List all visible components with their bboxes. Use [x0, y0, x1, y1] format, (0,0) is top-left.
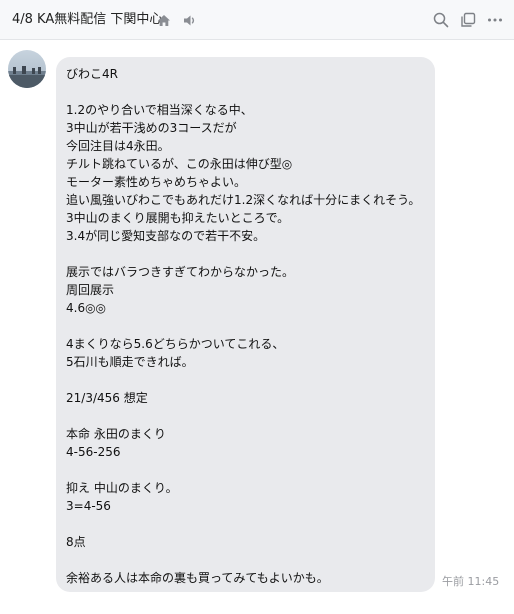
message-line: 4.6◎◎ — [66, 301, 107, 315]
message-line: 8点 — [66, 535, 86, 549]
message-line: 周回展示 — [66, 283, 115, 297]
message-line — [66, 551, 425, 569]
message-line: 今回注目は4永田。 — [66, 139, 170, 153]
more-icon[interactable] — [484, 9, 506, 31]
chat-title: 4/8 KA無料配信 下関中心 — [12, 12, 163, 27]
home-icon[interactable] — [153, 9, 175, 31]
message-line: 5石川も順走できれば。 — [66, 355, 194, 369]
message-line: 3中山のまくり展開も抑えたいところで。 — [66, 211, 290, 225]
message-line: 21/3/456 想定 — [66, 391, 148, 405]
message-line: 抑え 中山のまくり。 — [66, 481, 178, 495]
search-icon[interactable] — [430, 9, 452, 31]
message-line — [66, 515, 425, 533]
message-line: 展示ではバラつきすぎてわからなかった。 — [66, 265, 295, 279]
message-line: 4-56-256 — [66, 445, 121, 459]
message-line — [66, 371, 425, 389]
copy-icon[interactable] — [457, 9, 479, 31]
message-line: チルト跳ねているが、この永田は伸び型◎ — [66, 157, 293, 171]
message-timestamp: 午前 11:45 — [442, 575, 500, 588]
message-line: 1.2のやり合いで相当深くなる中、 — [66, 103, 253, 117]
message-line — [66, 317, 425, 335]
message-line — [66, 245, 425, 263]
message-line — [66, 407, 425, 425]
message-line: 3.4が同じ愛知支部なので若干不安。 — [66, 229, 266, 243]
chat-header: 4/8 KA無料配信 下関中心 — [0, 0, 514, 40]
message-line: 追い風強いびわこでもあれだけ1.2深くなれば十分にまくれそう。 — [66, 193, 421, 207]
message-line — [66, 83, 425, 101]
message-line: 4まくりなら5.6どちらかついてこれる、 — [66, 337, 285, 351]
message-line: 本命 永田のまくり — [66, 427, 166, 441]
message-line — [66, 461, 425, 479]
message-line: 3=4-56 — [66, 499, 111, 513]
message-line: びわこ4R — [66, 67, 118, 81]
message-bubble[interactable]: びわこ4R 1.2のやり合いで相当深くなる中、 3中山が若干浅めの3コースだが … — [56, 57, 435, 592]
message-line: 余裕ある人は本命の裏も買ってみてもよいかも。 — [66, 571, 329, 585]
message-line: 3中山が若干浅めの3コースだが — [66, 121, 237, 135]
message-line: モーター素性めちゃめちゃよい。 — [66, 175, 247, 189]
speaker-icon[interactable] — [179, 9, 201, 31]
avatar[interactable] — [8, 50, 46, 88]
